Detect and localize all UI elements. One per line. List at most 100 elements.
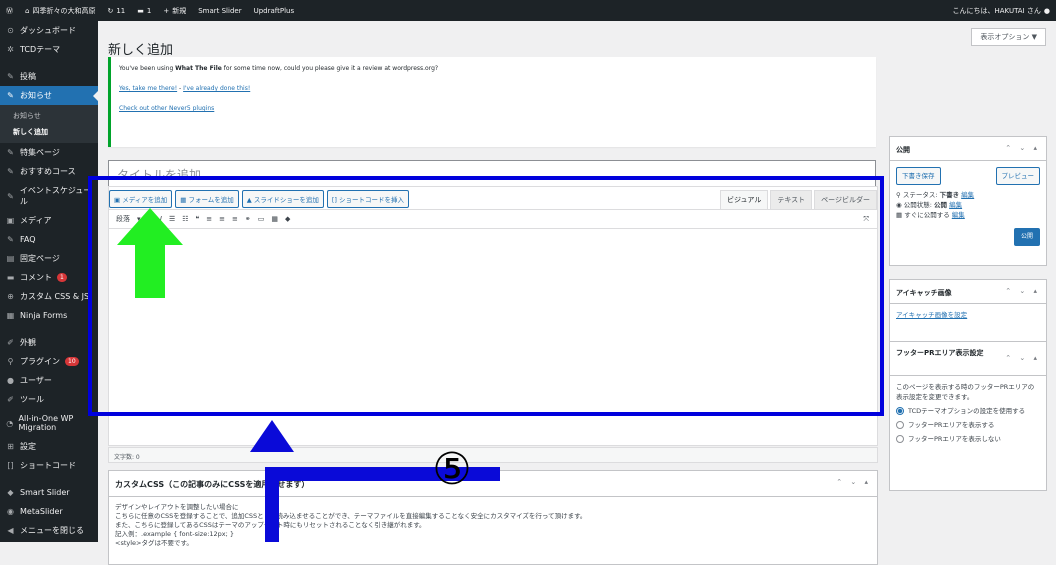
- plugin-notice: You've been using What The File for some…: [108, 57, 876, 147]
- refresh-icon: ↻: [107, 6, 114, 15]
- edit-schedule-link[interactable]: 編集: [952, 211, 965, 219]
- sidebar-item-label: Ninja Forms: [20, 311, 68, 320]
- submenu-item-new[interactable]: 新しく追加: [0, 124, 98, 140]
- sidebar-item-7[interactable]: ▣ メディア: [0, 211, 98, 230]
- edit-status-link[interactable]: 編集: [961, 191, 974, 199]
- account-menu[interactable]: こんにちは、HAKUTAI さん ●: [953, 0, 1051, 21]
- screen-options-button[interactable]: 表示オプション ▼: [971, 28, 1046, 46]
- admin-sidebar: ⊙ ダッシュボード ✲ TCDテーマ ✎ 投稿 ✎ お知らせ お知らせ 新しく追加 ✎ 特集ページ ✎ お…: [0, 21, 98, 542]
- slider-icon: ◆: [7, 488, 14, 497]
- sidebar-item-label: 固定ページ: [20, 254, 60, 263]
- updraftplus-link[interactable]: UpdraftPlus: [248, 0, 301, 21]
- sidebar-item-label: ツール: [20, 395, 44, 404]
- sidebar-item-label: コメント: [20, 273, 52, 282]
- page-title: 新しく追加: [108, 43, 174, 58]
- avatar-icon: ●: [1043, 6, 1050, 15]
- save-draft-button[interactable]: 下書き保存: [896, 167, 941, 185]
- sidebar-item-13[interactable]: ✐ 外観: [0, 333, 98, 352]
- sidebar-item-label: メニューを閉じる: [20, 526, 84, 535]
- sidebar-item-label: 外観: [20, 338, 36, 347]
- sidebar-item-label: お知らせ: [20, 91, 52, 100]
- sidebar-item-19[interactable]: [] ショートコード: [0, 456, 98, 475]
- sidebar-item-18[interactable]: ⊞ 設定: [0, 437, 98, 456]
- pin-icon: ✎: [7, 167, 14, 176]
- sidebar-item-4[interactable]: ✎ 特集ページ: [0, 143, 98, 162]
- radio-use-theme-option[interactable]: TCDテーマオプションの設定を使用する: [896, 406, 1040, 416]
- sidebar-item-20[interactable]: ◆ Smart Slider: [0, 483, 98, 502]
- plugin-icon: ⚲: [7, 357, 14, 366]
- sidebar-item-label: FAQ: [20, 235, 36, 244]
- home-icon: ⌂: [25, 6, 30, 15]
- plus-icon: +: [163, 6, 170, 15]
- review-yes-link[interactable]: Yes, take me there!: [119, 85, 177, 92]
- box-arrows-icon[interactable]: ⌃ ⌄ ▴: [1005, 144, 1040, 152]
- radio-hide-footer-pr[interactable]: フッターPRエリアを表示しない: [896, 434, 1040, 444]
- bracket-icon: []: [7, 461, 14, 470]
- count-badge: 1: [57, 273, 67, 282]
- box-arrows-icon[interactable]: ⌃ ⌄ ▴: [1005, 287, 1040, 295]
- sidebar-item-label: カスタム CSS & JS: [20, 292, 90, 301]
- sidebar-item-label: Smart Slider: [20, 488, 70, 497]
- sidebar-item-5[interactable]: ✎ おすすめコース: [0, 162, 98, 181]
- sidebar-item-11[interactable]: ⊕ カスタム CSS & JS: [0, 287, 98, 306]
- sidebar-item-17[interactable]: ◔ All-in-One WP Migration: [0, 409, 98, 437]
- dashboard-icon: ⊙: [7, 26, 14, 35]
- sidebar-item-9[interactable]: ▤ 固定ページ: [0, 249, 98, 268]
- new-content-link[interactable]: + 新規: [157, 0, 192, 21]
- sidebar-item-15[interactable]: ● ユーザー: [0, 371, 98, 390]
- box-arrows-icon[interactable]: ⌃ ⌄ ▴: [1005, 354, 1040, 362]
- panel-title: カスタムCSS（この記事のみにCSSを適用させます）: [115, 480, 310, 489]
- sidebar-item-14[interactable]: ⚲ プラグイン 10: [0, 352, 98, 371]
- sidebar-item-label: ダッシュボード: [20, 26, 76, 35]
- form-icon: ▦: [6, 311, 15, 320]
- updates-link[interactable]: ↻ 11: [101, 0, 131, 21]
- plus-icon: ⊕: [7, 292, 14, 301]
- sidebar-item-6[interactable]: ✎ イベントスケジュール: [0, 181, 98, 211]
- edit-visibility-link[interactable]: 編集: [949, 201, 962, 209]
- submenu: お知らせ 新しく追加: [0, 105, 98, 143]
- word-count: 文字数: 0: [108, 447, 878, 463]
- sidebar-item-label: メディア: [20, 216, 52, 225]
- sidebar-item-label: 特集ページ: [20, 148, 60, 157]
- panel-arrows-icon[interactable]: ⌃ ⌄ ▴: [836, 478, 871, 486]
- publish-box: 公開 ⌃ ⌄ ▴ 下書き保存 プレビュー ⚲ ステータス: 下書き 編集 ◉ 公開状…: [889, 136, 1047, 266]
- sidebar-item-21[interactable]: ◉ MetaSlider: [0, 502, 98, 521]
- sidebar-item-22[interactable]: ◀ メニューを閉じる: [0, 521, 98, 540]
- gear-icon: ✲: [7, 45, 14, 54]
- custom-css-panel: カスタムCSS（この記事のみにCSSを適用させます） ⌃ ⌄ ▴ デザインやレイア…: [108, 470, 878, 565]
- comments-link[interactable]: ▬ 1: [131, 0, 157, 21]
- sidebar-item-8[interactable]: ✎ FAQ: [0, 230, 98, 249]
- sidebar-item-label: プラグイン: [20, 357, 60, 366]
- settings-icon: ⊞: [7, 442, 14, 451]
- comment-icon: ▬: [137, 6, 144, 15]
- pin-icon: ✎: [7, 72, 14, 81]
- sidebar-item-1[interactable]: ✲ TCDテーマ: [0, 40, 98, 59]
- publish-button[interactable]: 公開: [1013, 228, 1040, 246]
- site-name[interactable]: ⌂ 四季折々の大和高原: [19, 0, 101, 21]
- preview-button[interactable]: プレビュー: [995, 167, 1040, 185]
- radio-show-footer-pr[interactable]: フッターPRエリアを表示する: [896, 420, 1040, 430]
- calendar-icon: ▦: [896, 211, 905, 219]
- smart-slider-link[interactable]: Smart Slider: [192, 0, 247, 21]
- brush-icon: ✐: [7, 338, 14, 347]
- sidebar-item-10[interactable]: ▬ コメント 1: [0, 268, 98, 287]
- metaslider-icon: ◉: [7, 507, 14, 516]
- sidebar-item-16[interactable]: ✐ ツール: [0, 390, 98, 409]
- set-featured-image-link[interactable]: アイキャッチ画像を設定: [896, 311, 967, 319]
- pin-icon: ✎: [7, 91, 14, 100]
- migration-icon: ◔: [6, 418, 14, 428]
- review-done-link[interactable]: I've already done this!: [183, 85, 250, 92]
- other-plugins-link[interactable]: Check out other Never5 plugins: [119, 105, 214, 112]
- sidebar-item-12[interactable]: ▦ Ninja Forms: [0, 306, 98, 325]
- collapse-icon: ◀: [7, 526, 14, 535]
- pin-icon: ✎: [7, 148, 14, 157]
- sidebar-item-2[interactable]: ✎ 投稿: [0, 67, 98, 86]
- wordpress-logo-icon[interactable]: Ⓦ: [0, 0, 19, 21]
- comment-icon: ▬: [6, 273, 15, 282]
- sidebar-item-0[interactable]: ⊙ ダッシュボード: [0, 21, 98, 40]
- highlight-box: [88, 176, 884, 416]
- sidebar-item-label: 設定: [20, 442, 36, 451]
- submenu-item-list[interactable]: お知らせ: [0, 108, 98, 124]
- user-icon: ●: [7, 376, 14, 385]
- sidebar-item-3[interactable]: ✎ お知らせ: [0, 86, 98, 105]
